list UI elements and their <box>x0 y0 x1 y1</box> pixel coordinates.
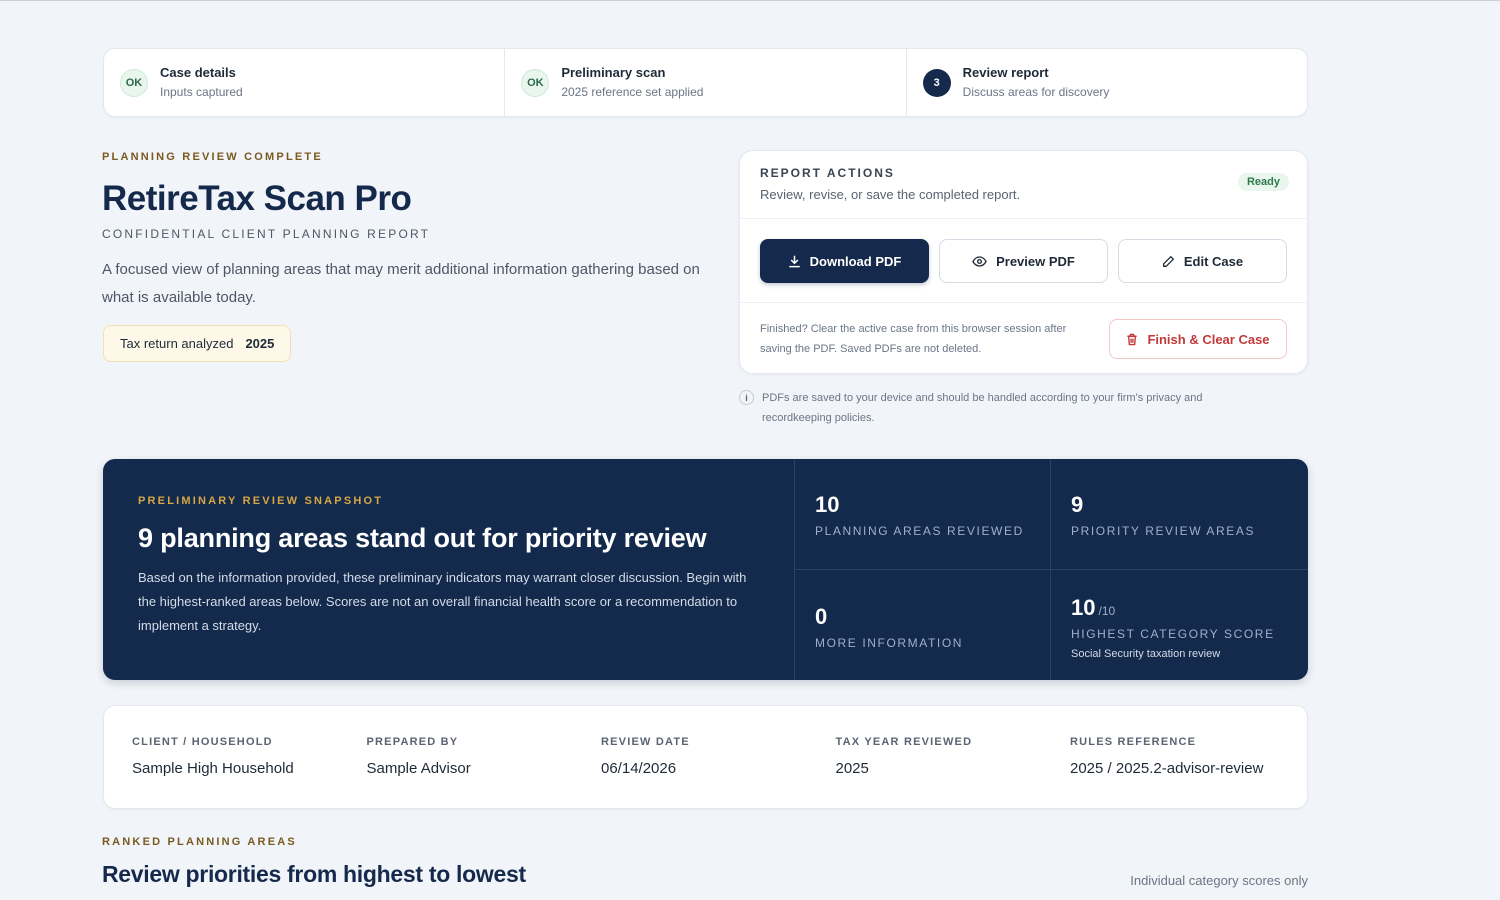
step-number-badge: 3 <box>922 68 951 97</box>
meta-value: Sample High Household <box>132 760 294 777</box>
tax-return-badge: Tax return analyzed 2025 <box>103 325 292 362</box>
meta-value: 06/14/2026 <box>601 760 677 777</box>
tax-pill-year: 2025 <box>245 336 275 351</box>
clear-case-help: Finished? Clear the active case from thi… <box>760 323 1067 355</box>
meta-value: 2025 / 2025.2-advisor-review <box>1070 760 1264 777</box>
stat-value: 0 <box>815 604 828 629</box>
review-snapshot-panel: PRELIMINARY REVIEW SNAPSHOT 9 planning a… <box>103 459 1308 680</box>
step-case-details[interactable]: OK Case details Inputs captured <box>104 49 506 116</box>
stat-value-wrap: 10/10 <box>1071 595 1288 621</box>
stat-denominator: /10 <box>1098 604 1116 618</box>
meta-label: RULES REFERENCE <box>1070 736 1197 748</box>
meta-client-household: CLIENT / HOUSEHOLD Sample High Household <box>132 736 367 808</box>
stat-planning-areas-reviewed: 10 PLANNING AREAS REVIEWED <box>795 459 1051 570</box>
report-actions-description: Review, revise, or save the completed re… <box>760 187 1021 202</box>
step-subtitle: Discuss areas for discovery <box>962 85 1110 99</box>
step-preliminary-scan[interactable]: OK Preliminary scan 2025 reference set a… <box>505 49 907 116</box>
step-complete-badge: OK <box>120 68 148 97</box>
tax-pill-label: Tax return analyzed <box>120 336 234 351</box>
page-subtitle: CONFIDENTIAL CLIENT PLANNING REPORT <box>102 227 431 241</box>
pencil-icon <box>1162 255 1174 267</box>
preview-pdf-button[interactable]: Preview PDF <box>938 239 1108 283</box>
meta-tax-year-reviewed: TAX YEAR REVIEWED 2025 <box>836 736 1071 808</box>
step-title: Review report <box>962 65 1049 80</box>
meta-label: CLIENT / HOUSEHOLD <box>132 736 273 748</box>
stat-value: 10 <box>815 492 840 517</box>
edit-case-label: Edit Case <box>1183 253 1244 269</box>
report-actions-footer: Finished? Clear the active case from thi… <box>740 303 1307 359</box>
snapshot-summary: PRELIMINARY REVIEW SNAPSHOT 9 planning a… <box>103 459 795 680</box>
stat-priority-review-areas: 9 PRIORITY REVIEW AREAS <box>1051 459 1308 570</box>
page-title: RetireTax Scan Pro <box>102 179 412 218</box>
hero-eyebrow: PLANNING REVIEW COMPLETE <box>102 151 323 163</box>
privacy-note-text: PDFs are saved to your device and should… <box>762 392 1203 424</box>
snapshot-eyebrow: PRELIMINARY REVIEW SNAPSHOT <box>138 495 384 507</box>
stat-highest-category-score: 10/10 HIGHEST CATEGORY SCORE Social Secu… <box>1051 570 1308 680</box>
report-buttons: Download PDF Preview PDF Edit Case <box>740 219 1307 303</box>
finish-clear-case-label: Finish & Clear Case <box>1147 331 1270 347</box>
ranked-section-note: Individual category scores only <box>1130 873 1308 888</box>
info-icon: i <box>739 390 754 405</box>
report-metadata-card: CLIENT / HOUSEHOLD Sample High Household… <box>103 705 1308 809</box>
meta-rules-reference: RULES REFERENCE 2025 / 2025.2-advisor-re… <box>1070 736 1305 808</box>
stat-label: HIGHEST CATEGORY SCORE <box>1071 627 1275 641</box>
meta-prepared-by: PREPARED BY Sample Advisor <box>367 736 602 808</box>
step-subtitle: 2025 reference set applied <box>561 85 704 99</box>
report-actions-card: REPORT ACTIONS Review, revise, or save t… <box>739 150 1308 374</box>
meta-label: TAX YEAR REVIEWED <box>835 736 973 748</box>
stat-value: 9 <box>1071 492 1084 517</box>
download-pdf-label: Download PDF <box>809 253 902 269</box>
stat-subtext: Social Security taxation review <box>1071 648 1221 660</box>
meta-label: REVIEW DATE <box>601 736 690 748</box>
step-review-report[interactable]: 3 Review report Discuss areas for discov… <box>907 49 1307 116</box>
status-badge: Ready <box>1237 173 1289 191</box>
report-actions-label: REPORT ACTIONS <box>760 166 895 180</box>
edit-case-button[interactable]: Edit Case <box>1117 239 1287 283</box>
meta-value: 2025 <box>835 760 869 777</box>
hero-description: A focused view of planning areas that ma… <box>102 261 700 306</box>
privacy-note: i PDFs are saved to your device and shou… <box>739 388 1259 428</box>
finish-clear-case-button[interactable]: Finish & Clear Case <box>1109 319 1287 359</box>
stat-label: MORE INFORMATION <box>815 636 964 650</box>
stat-label: PLANNING AREAS REVIEWED <box>815 524 1024 538</box>
snapshot-title: 9 planning areas stand out for priority … <box>138 523 707 553</box>
meta-review-date: REVIEW DATE 06/14/2026 <box>601 736 836 808</box>
meta-value: Sample Advisor <box>366 760 471 777</box>
stat-label: PRIORITY REVIEW AREAS <box>1071 524 1256 538</box>
trash-icon <box>1127 333 1138 345</box>
eye-icon <box>972 255 987 267</box>
ranked-eyebrow: RANKED PLANNING AREAS <box>102 836 297 848</box>
meta-label: PREPARED BY <box>366 736 459 748</box>
step-subtitle: Inputs captured <box>160 85 243 99</box>
preview-pdf-label: Preview PDF <box>996 253 1075 269</box>
ranked-section-title: Review priorities from highest to lowest <box>102 861 526 887</box>
snapshot-stats: 10 PLANNING AREAS REVIEWED 9 PRIORITY RE… <box>795 459 1308 680</box>
snapshot-description: Based on the information provided, these… <box>138 570 747 633</box>
stat-more-information: 0 MORE INFORMATION <box>795 570 1051 680</box>
report-actions-header: REPORT ACTIONS Review, revise, or save t… <box>740 151 1307 219</box>
top-border <box>0 0 1500 1</box>
progress-stepper: OK Case details Inputs captured OK Preli… <box>103 48 1308 117</box>
download-pdf-button[interactable]: Download PDF <box>760 239 929 283</box>
download-icon <box>788 255 800 267</box>
step-title: Preliminary scan <box>561 65 666 80</box>
stat-value: 10 <box>1071 595 1096 620</box>
step-title: Case details <box>160 65 236 80</box>
step-complete-badge: OK <box>521 68 550 97</box>
